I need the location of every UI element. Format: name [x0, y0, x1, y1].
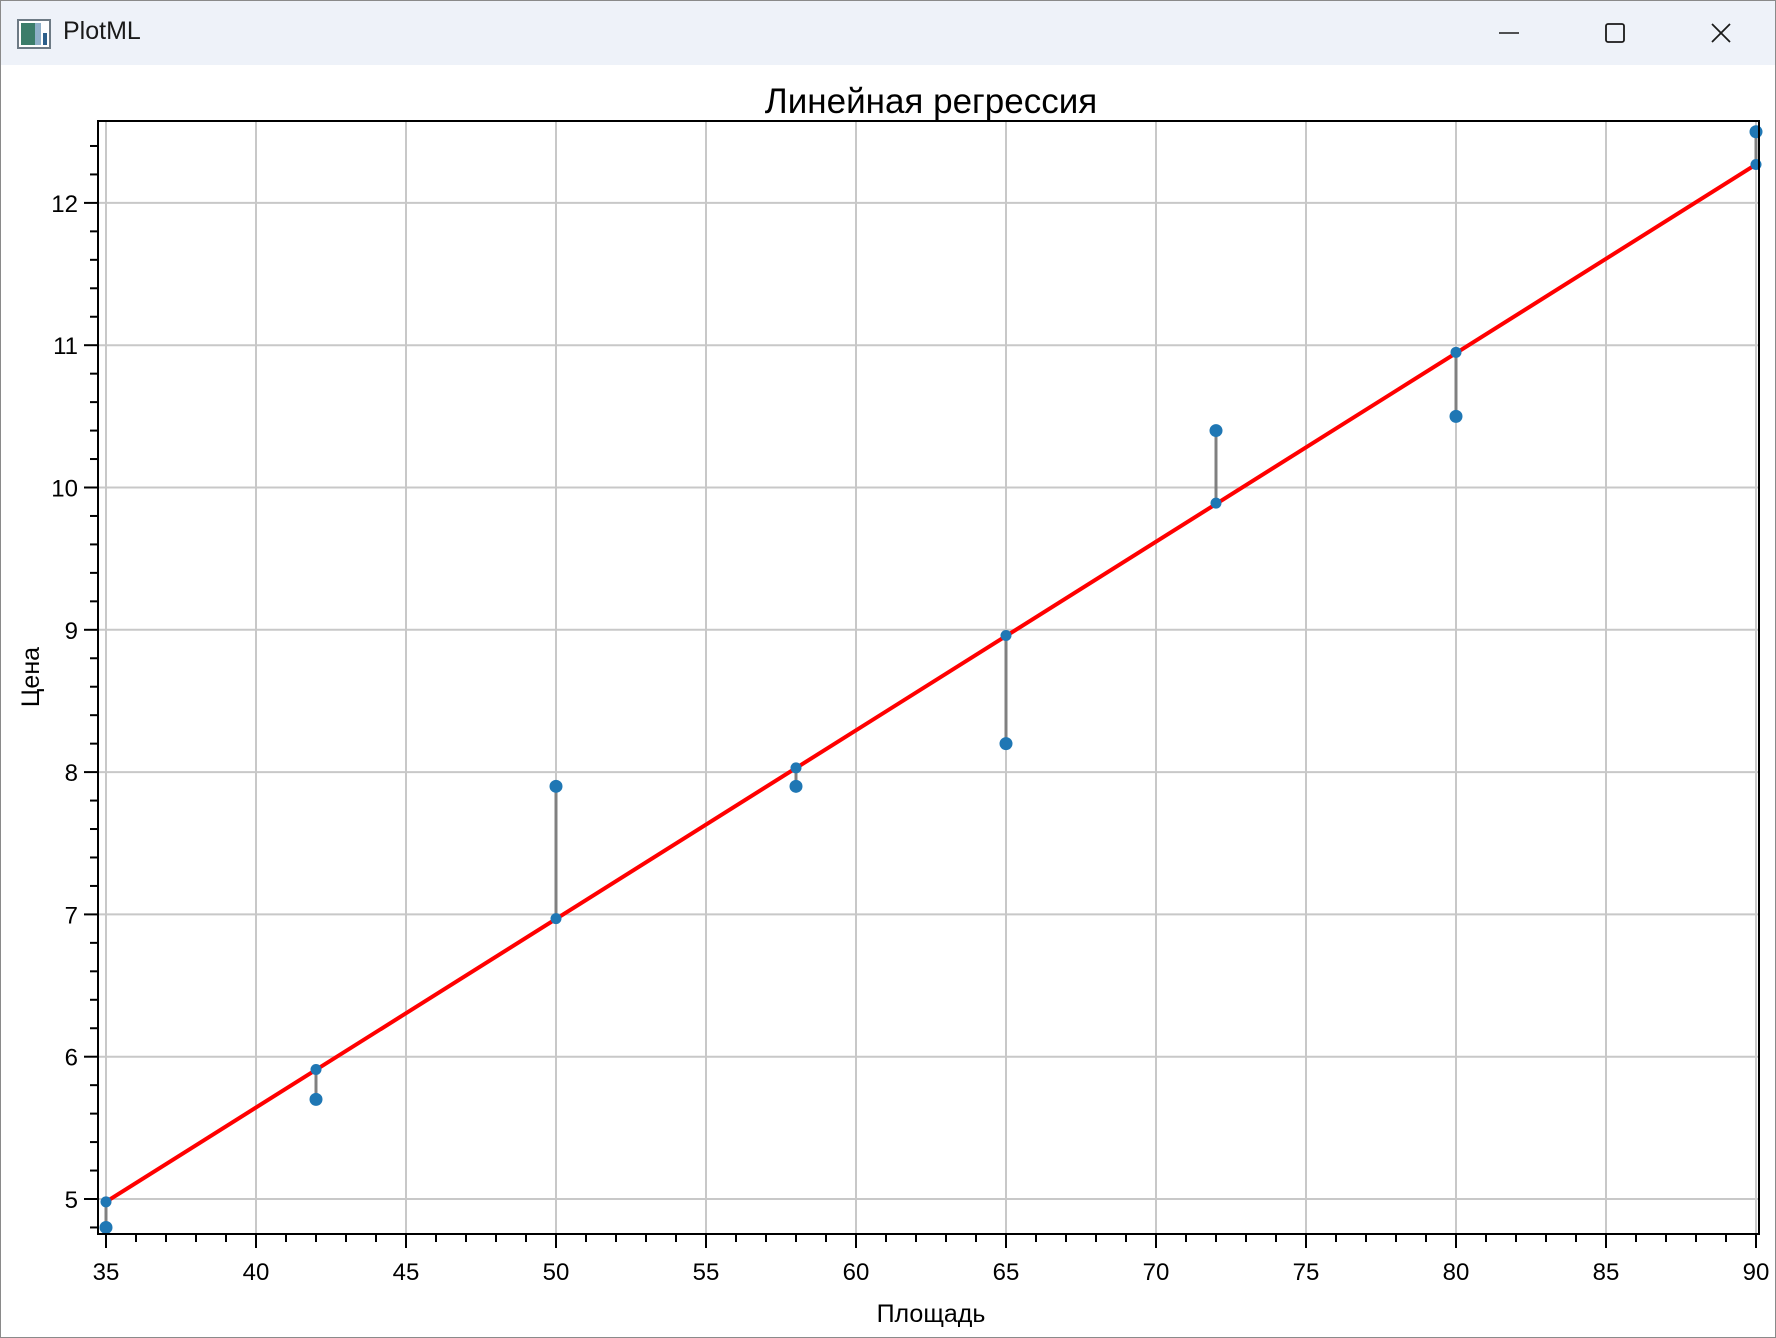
x-tick-label: 85: [1593, 1259, 1620, 1286]
predicted-point: [310, 1064, 322, 1076]
actual-point: [999, 737, 1013, 751]
y-tick-label: 10: [51, 476, 78, 503]
residual-lines: [104, 131, 1758, 1228]
x-tick-label: 70: [1143, 1259, 1170, 1286]
actual-point: [789, 779, 803, 793]
y-tick-label: 8: [65, 760, 78, 787]
actual-point: [99, 1220, 113, 1234]
y-tick-label: 12: [51, 191, 78, 218]
data-points: [99, 125, 1763, 1234]
x-axis: 35 40 45 50 55 60 65 70 75 80 85 90: [93, 1234, 1770, 1286]
actual-point: [1449, 409, 1463, 423]
app-icon: [17, 19, 51, 49]
title-bar[interactable]: PlotML: [1, 1, 1775, 65]
predicted-point: [790, 762, 802, 774]
x-tick-label: 35: [93, 1259, 120, 1286]
x-axis-title: Площадь: [877, 1300, 986, 1328]
x-tick-label: 60: [843, 1259, 870, 1286]
x-tick-label: 65: [993, 1259, 1020, 1286]
x-tick-label: 80: [1443, 1259, 1470, 1286]
y-axis-title: Цена: [17, 647, 45, 707]
close-button[interactable]: [1669, 1, 1773, 65]
maximize-button[interactable]: [1563, 1, 1667, 65]
app-window: PlotML Линейная регрессия 5 6 7 8 9 10 11 12 35…: [0, 0, 1776, 1338]
y-tick-label: 6: [65, 1045, 78, 1072]
actual-point: [1749, 125, 1763, 139]
grid: [98, 121, 1759, 1234]
window-title: PlotML: [63, 17, 141, 45]
actual-point: [309, 1092, 323, 1106]
x-tick-label: 55: [693, 1259, 720, 1286]
chart-title: Линейная регрессия: [765, 82, 1097, 121]
predicted-point: [550, 913, 562, 925]
y-tick-label: 11: [53, 333, 78, 360]
predicted-point: [100, 1196, 112, 1208]
minimize-button[interactable]: [1457, 1, 1561, 65]
x-tick-label: 90: [1743, 1259, 1770, 1286]
predicted-point: [1000, 629, 1012, 641]
x-tick-label: 45: [393, 1259, 420, 1286]
actual-point: [549, 779, 563, 793]
maximize-icon: [1605, 23, 1625, 43]
y-axis: 5 6 7 8 9 10 11 12: [51, 144, 98, 1229]
regression-line: [104, 162, 1758, 1204]
minimize-icon: [1499, 32, 1519, 34]
x-tick-label: 40: [243, 1259, 270, 1286]
close-icon: [1711, 23, 1731, 43]
y-tick-label: 5: [65, 1187, 78, 1214]
actual-point: [1209, 424, 1223, 438]
x-tick-label: 50: [543, 1259, 570, 1286]
x-tick-label: 75: [1293, 1259, 1320, 1286]
regression-chart: Линейная регрессия 5 6 7 8 9 10 11 12 35 40 45 50 5…: [17, 82, 1770, 1328]
predicted-point: [1450, 346, 1462, 358]
regression-line-group: [104, 162, 1758, 1204]
y-tick-label: 9: [65, 618, 78, 645]
y-tick-label: 7: [65, 902, 78, 929]
plot-frame: [97, 120, 1760, 1235]
predicted-point: [1210, 497, 1222, 509]
